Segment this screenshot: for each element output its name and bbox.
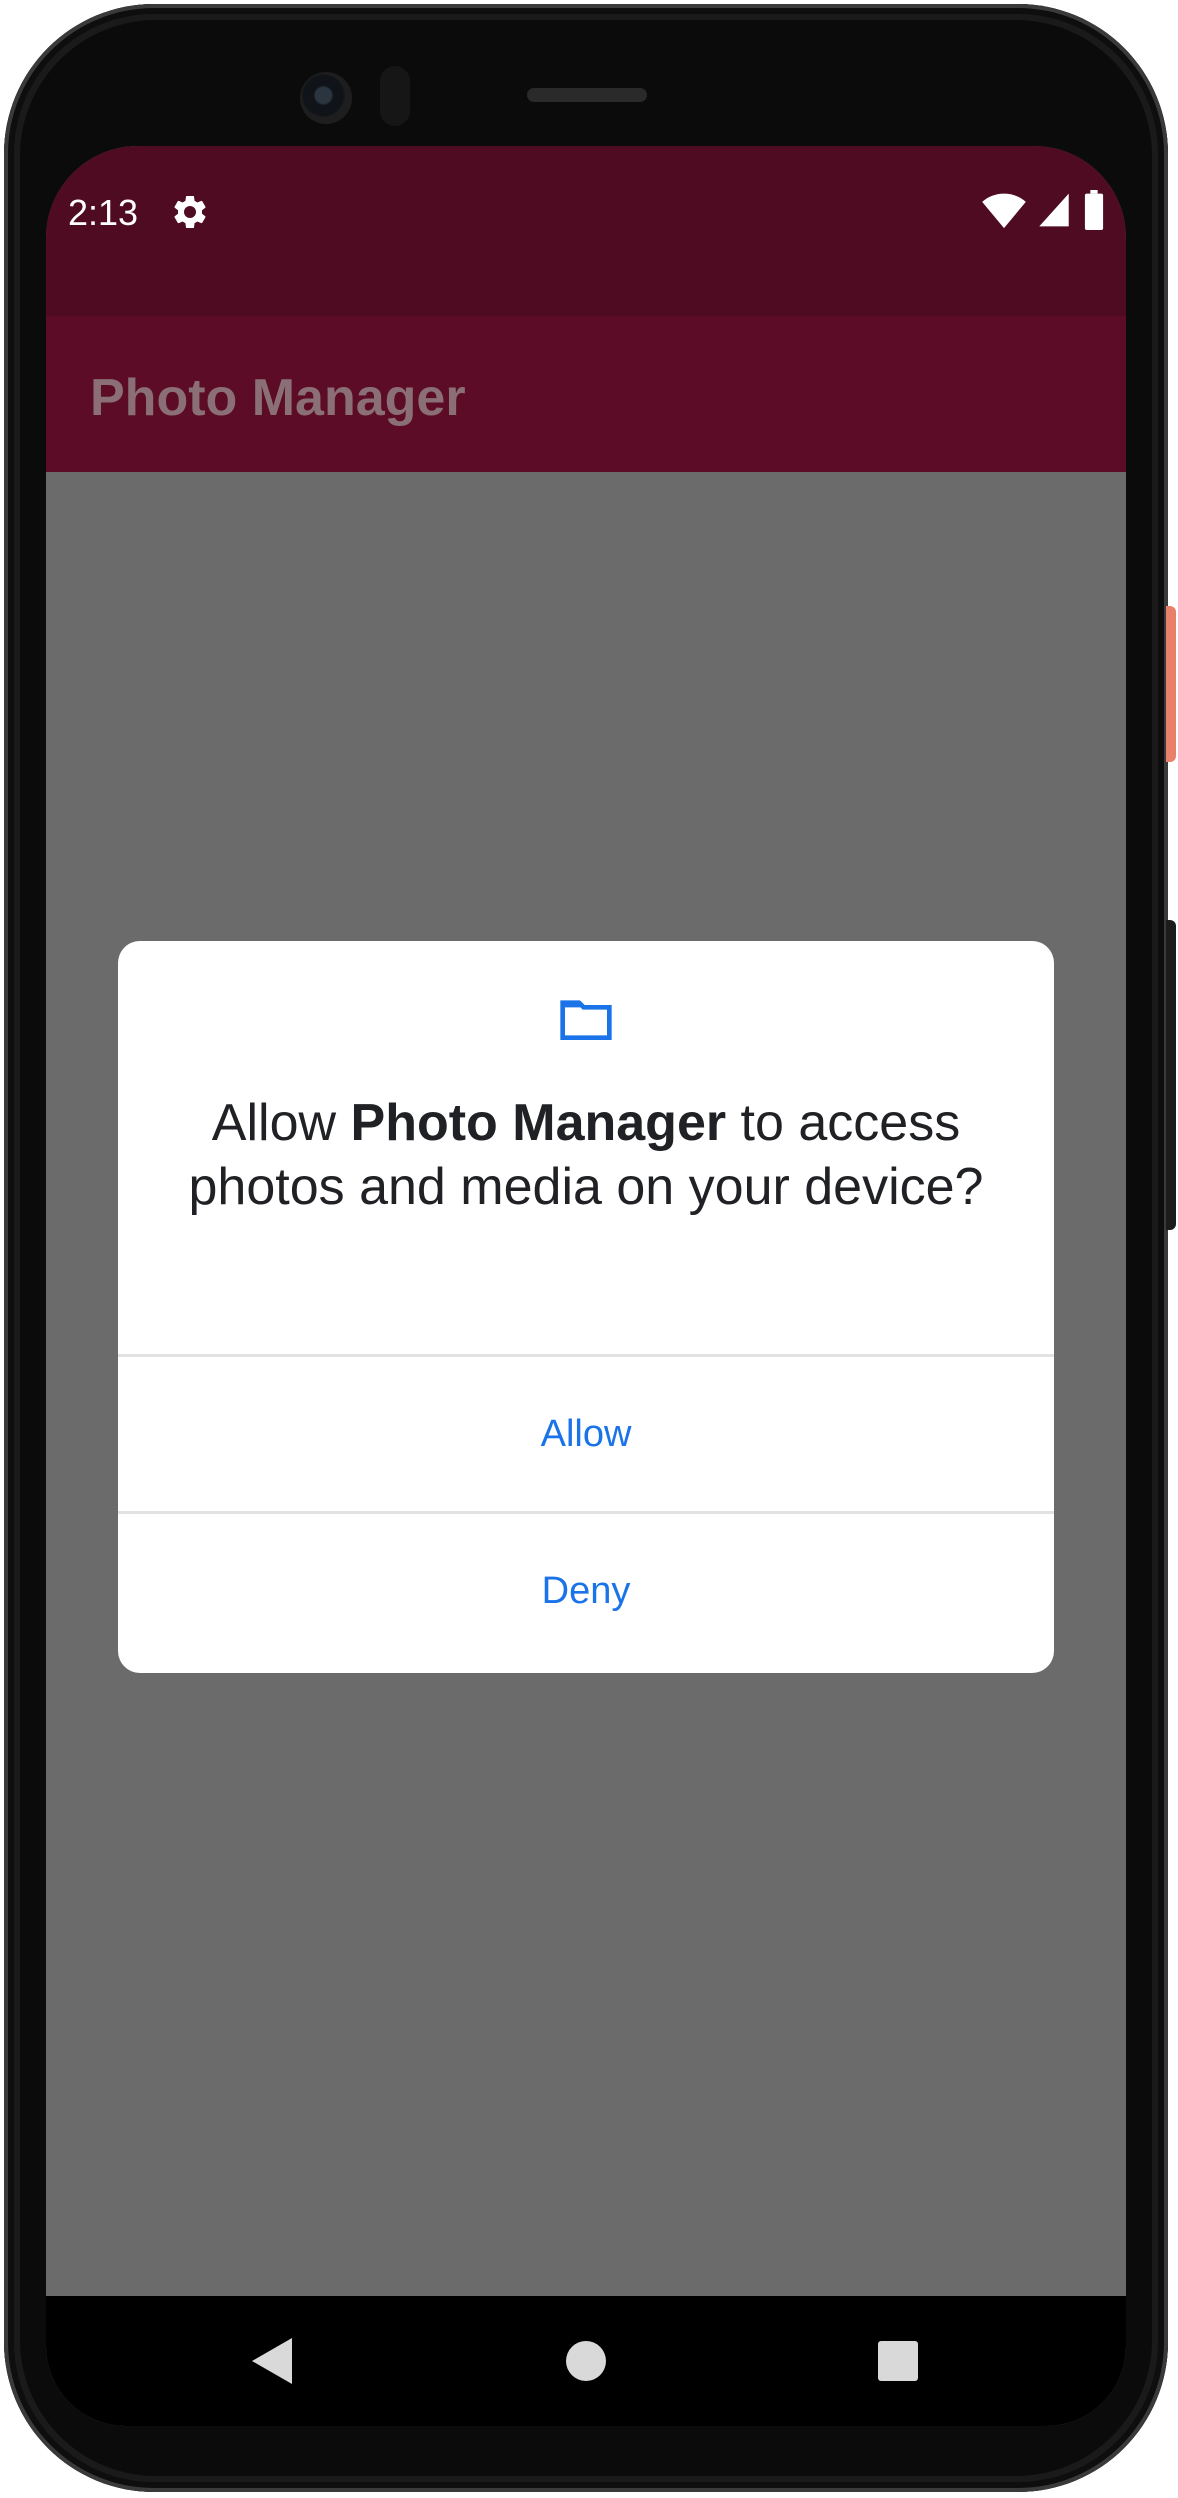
back-icon[interactable]: [252, 2338, 296, 2384]
message-app-name: Photo Manager: [350, 1094, 727, 1152]
permission-dialog: Allow Photo Manager to access photos and…: [118, 941, 1054, 1673]
deny-button[interactable]: Deny: [118, 1514, 1054, 1668]
battery-icon: [1082, 189, 1106, 235]
dialog-message: Allow Photo Manager to access photos and…: [158, 1091, 1014, 1219]
power-button: [1166, 606, 1176, 762]
device-screen: 2:13 Photo Manager Allow Photo Manager t…: [46, 146, 1126, 2426]
status-bar: 2:13: [46, 146, 1126, 316]
gear-icon: [170, 192, 210, 232]
earpiece-speaker: [527, 88, 647, 102]
allow-button[interactable]: Allow: [118, 1357, 1054, 1511]
folder-icon: [558, 995, 614, 1043]
app-title: Photo Manager: [90, 369, 466, 427]
navigation-bar: [46, 2296, 1126, 2426]
message-prefix: Allow: [211, 1094, 351, 1152]
deny-button-label: Deny: [541, 1569, 631, 1612]
allow-button-label: Allow: [540, 1412, 632, 1455]
app-bar: Photo Manager: [46, 316, 1126, 472]
signal-icon: [1036, 190, 1072, 235]
front-camera: [300, 72, 352, 124]
status-icons: [982, 189, 1106, 235]
recents-icon[interactable]: [878, 2341, 918, 2381]
home-icon[interactable]: [566, 2341, 606, 2381]
volume-button: [1166, 920, 1176, 1230]
wifi-icon: [982, 190, 1026, 235]
proximity-sensor: [380, 66, 410, 126]
status-time: 2:13: [68, 192, 139, 233]
